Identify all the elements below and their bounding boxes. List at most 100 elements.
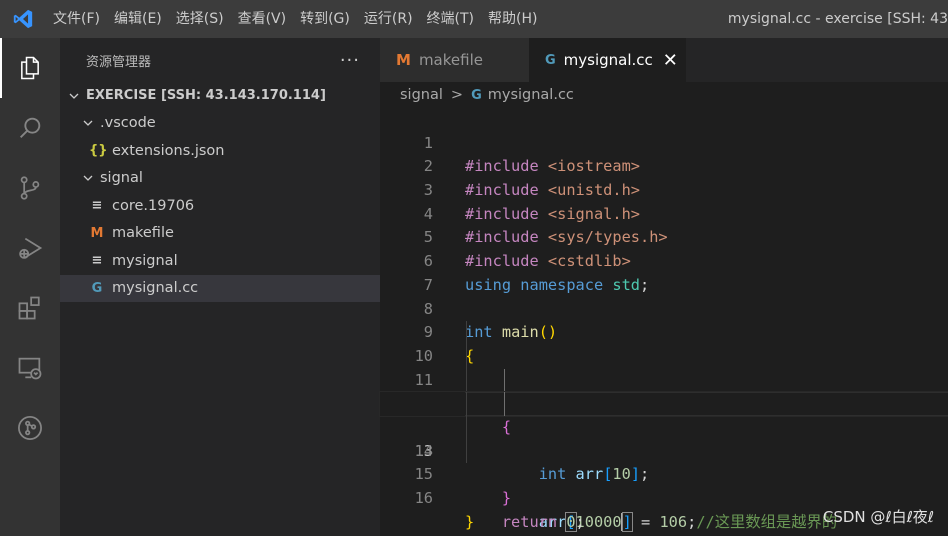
- indent-guide: [504, 368, 505, 393]
- title-bar: 文件(F) 编辑(E) 选择(S) 查看(V) 转到(G) 运行(R) 终端(T…: [0, 0, 948, 38]
- explorer-title: 资源管理器: [86, 54, 152, 70]
- tree-file-extensions-json[interactable]: {} extensions.json: [60, 137, 380, 165]
- text-file-icon: ≡: [91, 198, 103, 214]
- breadcrumb-file[interactable]: mysignal.cc: [488, 87, 574, 103]
- code-editor[interactable]: 1 #include <iostream> 2 #include <unistd…: [379, 108, 948, 532]
- json-file-icon: {}: [89, 143, 108, 159]
- git-graph-icon[interactable]: [0, 398, 60, 458]
- code-line: 2 #include <unistd.h>: [380, 132, 948, 199]
- explorer-header: 资源管理器 ···: [60, 38, 380, 82]
- code-line: 12 int arr[10];: [380, 368, 948, 483]
- editor-tabs: M makefile G mysignal.cc ✕: [380, 38, 948, 82]
- run-debug-icon[interactable]: [0, 218, 60, 278]
- chevron-down-icon: [66, 88, 82, 104]
- makefile-icon: M: [396, 51, 411, 69]
- code-token: }: [465, 512, 475, 531]
- activity-bar: [0, 38, 60, 536]
- code-line: 4 #include <sys/types.h>: [380, 179, 948, 247]
- code-line: 16 }: [380, 463, 948, 531]
- menu-view[interactable]: 查看(V): [231, 0, 294, 38]
- vscode-logo-icon[interactable]: [0, 0, 46, 38]
- window-title: mysignal.cc - exercise [SSH: 43: [727, 11, 948, 27]
- breadcrumb: signal > G mysignal.cc: [380, 82, 948, 108]
- code-line: 8 int main(): [380, 274, 948, 342]
- tree-file-mysignal[interactable]: ≡ mysignal: [60, 247, 380, 275]
- code-line: 10 while(true): [380, 321, 948, 412]
- tab-label: makefile: [418, 51, 483, 69]
- tree-item-label: mysignal.cc: [112, 280, 199, 297]
- tree-item-label: core.19706: [112, 197, 195, 214]
- tab-mysignal-cc[interactable]: G mysignal.cc ✕: [529, 38, 686, 82]
- indent-guide: [466, 415, 467, 440]
- indent-guide: [466, 321, 467, 345]
- source-control-icon[interactable]: [0, 158, 60, 218]
- cpp-file-icon: G: [545, 52, 556, 68]
- tree-file-makefile[interactable]: M makefile: [60, 220, 380, 248]
- editor-area: M makefile G mysignal.cc ✕ signal > G my…: [379, 38, 948, 536]
- code-token: =: [631, 512, 660, 531]
- indent-guide: [466, 344, 467, 369]
- more-actions-icon[interactable]: ···: [340, 50, 360, 71]
- code-line-current: 13 arr[10000] = 106;//这里数组是越界的: [379, 391, 948, 532]
- code-line: 5 #include <cstdlib>: [380, 203, 948, 270]
- tab-makefile[interactable]: M makefile: [380, 38, 529, 82]
- menu-selection[interactable]: 选择(S): [169, 0, 231, 38]
- explorer-icon[interactable]: [0, 38, 60, 98]
- menu-help[interactable]: 帮助(H): [481, 0, 544, 38]
- workspace-root-label: EXERCISE [SSH: 43.143.170.114]: [86, 88, 326, 104]
- tree-folder-vscode[interactable]: .vscode: [60, 110, 380, 138]
- code-token: ;: [687, 512, 697, 531]
- tree-item-label: .vscode: [100, 115, 156, 132]
- breadcrumb-separator: >: [450, 87, 464, 103]
- indent-guide: [466, 392, 467, 416]
- explorer-sidebar: 资源管理器 ··· EXERCISE [SSH: 43.143.170.114]…: [60, 38, 380, 536]
- code-line: 1 #include <iostream>: [380, 108, 948, 176]
- watermark: CSDN @ℓ白ℓ夜ℓ: [822, 508, 934, 526]
- remote-explorer-icon[interactable]: [0, 338, 60, 398]
- code-line: 15 return 0;: [380, 439, 948, 531]
- menu-edit[interactable]: 编辑(E): [107, 0, 169, 38]
- tree-item-label: signal: [100, 170, 143, 187]
- code-comment: //这里数组是越界的: [696, 512, 838, 531]
- text-file-icon: ≡: [91, 253, 103, 269]
- code-token: 0: [566, 512, 576, 531]
- menu-terminal[interactable]: 终端(T): [420, 0, 481, 38]
- code-token: ]: [621, 511, 633, 532]
- tree-item-label: makefile: [112, 225, 174, 242]
- indent-guide: [466, 368, 467, 393]
- menu-bar: 文件(F) 编辑(E) 选择(S) 查看(V) 转到(G) 运行(R) 终端(T…: [46, 0, 544, 38]
- tree-item-label: mysignal: [112, 252, 178, 269]
- code-token: }: [501, 489, 512, 508]
- search-icon[interactable]: [0, 98, 60, 158]
- cpp-file-icon: G: [91, 280, 103, 296]
- makefile-icon: M: [90, 225, 104, 241]
- code-token: ;: [575, 512, 585, 531]
- code-line: 7: [380, 250, 948, 294]
- chevron-down-icon: [80, 115, 96, 131]
- chevron-down-icon: [80, 170, 96, 186]
- tab-label: mysignal.cc: [563, 51, 653, 69]
- line-number: 16: [414, 489, 433, 508]
- code-line: 6 using namespace std;: [380, 226, 948, 294]
- tree-file-core[interactable]: ≡ core.19706: [60, 192, 380, 220]
- code-line: 11 {: [380, 344, 948, 436]
- code-line: 9 {: [380, 298, 948, 365]
- tree-file-mysignal-cc[interactable]: G mysignal.cc: [60, 274, 380, 302]
- breadcrumb-folder[interactable]: signal: [400, 87, 443, 103]
- workspace-root[interactable]: EXERCISE [SSH: 43.143.170.114]: [60, 82, 380, 110]
- code-line: 3 #include <signal.h>: [380, 155, 948, 223]
- tree-item-label: extensions.json: [112, 142, 225, 159]
- menu-run[interactable]: 运行(R): [357, 0, 420, 38]
- cpp-file-icon: G: [471, 87, 482, 103]
- indent-guide: [466, 439, 467, 464]
- tree-folder-signal[interactable]: signal: [60, 165, 380, 193]
- extensions-icon[interactable]: [0, 278, 60, 338]
- current-line-highlight: [465, 392, 948, 416]
- menu-file[interactable]: 文件(F): [46, 0, 107, 38]
- code-token: 106: [659, 512, 688, 531]
- close-icon[interactable]: ✕: [663, 50, 678, 71]
- indent-guide: [504, 392, 505, 416]
- menu-go[interactable]: 转到(G): [293, 0, 357, 38]
- code-line: 14 }: [380, 415, 948, 507]
- code-token: return: [501, 512, 558, 531]
